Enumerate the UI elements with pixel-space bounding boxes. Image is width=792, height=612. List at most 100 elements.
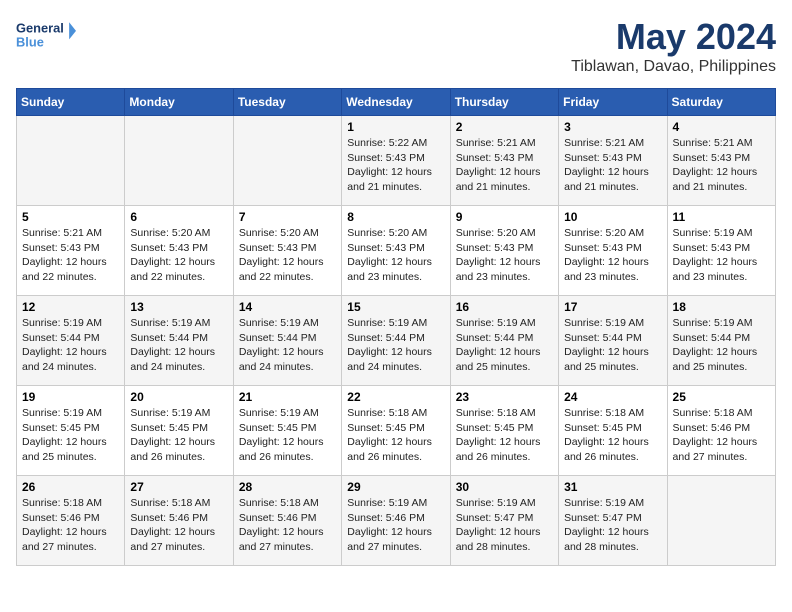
cell-content: Sunrise: 5:19 AM Sunset: 5:47 PM Dayligh… <box>456 496 553 555</box>
day-number: 19 <box>22 390 119 404</box>
day-number: 27 <box>130 480 227 494</box>
calendar-week-row: 12Sunrise: 5:19 AM Sunset: 5:44 PM Dayli… <box>17 296 776 386</box>
calendar-cell: 26 Sunrise: 5:18 AM Sunset: 5:46 PM Dayli… <box>17 476 125 566</box>
cell-content: Sunrise: 5:22 AM Sunset: 5:43 PM Dayligh… <box>347 136 444 195</box>
day-number: 28 <box>239 480 336 494</box>
calendar-cell: 8 Sunrise: 5:20 AM Sunset: 5:43 PM Daylig… <box>342 206 450 296</box>
weekday-header: Monday <box>125 89 233 116</box>
cell-content: Sunrise: 5:18 AM Sunset: 5:45 PM Dayligh… <box>564 406 661 465</box>
calendar-cell: 4Sunrise: 5:21 AM Sunset: 5:43 PM Daylig… <box>667 116 775 206</box>
cell-content: Sunrise: 5:19 AM Sunset: 5:45 PM Dayligh… <box>239 406 336 465</box>
svg-text:Blue: Blue <box>16 34 44 49</box>
calendar-cell: 14 Sunrise: 5:19 AM Sunset: 5:44 PM Dayli… <box>233 296 341 386</box>
calendar-cell: 29 Sunrise: 5:19 AM Sunset: 5:46 PM Dayli… <box>342 476 450 566</box>
calendar-cell: 7Sunrise: 5:20 AM Sunset: 5:43 PM Daylig… <box>233 206 341 296</box>
cell-content: Sunrise: 5:21 AM Sunset: 5:43 PM Dayligh… <box>564 136 661 195</box>
cell-content: Sunrise: 5:19 AM Sunset: 5:44 PM Dayligh… <box>564 316 661 375</box>
weekday-header: Thursday <box>450 89 558 116</box>
calendar-cell: 27Sunrise: 5:18 AM Sunset: 5:46 PM Dayli… <box>125 476 233 566</box>
cell-content: Sunrise: 5:20 AM Sunset: 5:43 PM Dayligh… <box>130 226 227 285</box>
day-number: 18 <box>673 300 770 314</box>
weekday-header: Tuesday <box>233 89 341 116</box>
calendar-cell: 3 Sunrise: 5:21 AM Sunset: 5:43 PM Daylig… <box>559 116 667 206</box>
cell-content: Sunrise: 5:19 AM Sunset: 5:45 PM Dayligh… <box>130 406 227 465</box>
cell-content: Sunrise: 5:21 AM Sunset: 5:43 PM Dayligh… <box>456 136 553 195</box>
day-number: 7 <box>239 210 336 224</box>
cell-content: Sunrise: 5:19 AM Sunset: 5:44 PM Dayligh… <box>673 316 770 375</box>
calendar-cell <box>667 476 775 566</box>
day-number: 5 <box>22 210 119 224</box>
calendar-cell: 20 Sunrise: 5:19 AM Sunset: 5:45 PM Dayli… <box>125 386 233 476</box>
calendar-cell: 18 Sunrise: 5:19 AM Sunset: 5:44 PM Dayli… <box>667 296 775 386</box>
calendar-cell: 6 Sunrise: 5:20 AM Sunset: 5:43 PM Daylig… <box>125 206 233 296</box>
cell-content: Sunrise: 5:21 AM Sunset: 5:43 PM Dayligh… <box>22 226 119 285</box>
day-number: 15 <box>347 300 444 314</box>
calendar-table: SundayMondayTuesdayWednesdayThursdayFrid… <box>16 88 776 566</box>
cell-content: Sunrise: 5:19 AM Sunset: 5:44 PM Dayligh… <box>239 316 336 375</box>
day-number: 21 <box>239 390 336 404</box>
calendar-cell: 21 Sunrise: 5:19 AM Sunset: 5:45 PM Dayli… <box>233 386 341 476</box>
calendar-cell <box>125 116 233 206</box>
cell-content: Sunrise: 5:20 AM Sunset: 5:43 PM Dayligh… <box>347 226 444 285</box>
calendar-cell: 10 Sunrise: 5:20 AM Sunset: 5:43 PM Dayli… <box>559 206 667 296</box>
calendar-week-row: 26 Sunrise: 5:18 AM Sunset: 5:46 PM Dayli… <box>17 476 776 566</box>
day-number: 23 <box>456 390 553 404</box>
cell-content: Sunrise: 5:19 AM Sunset: 5:44 PM Dayligh… <box>22 316 119 375</box>
calendar-cell <box>17 116 125 206</box>
cell-content: Sunrise: 5:19 AM Sunset: 5:44 PM Dayligh… <box>130 316 227 375</box>
day-number: 25 <box>673 390 770 404</box>
calendar-cell: 12Sunrise: 5:19 AM Sunset: 5:44 PM Dayli… <box>17 296 125 386</box>
day-number: 14 <box>239 300 336 314</box>
calendar-cell: 16Sunrise: 5:19 AM Sunset: 5:44 PM Dayli… <box>450 296 558 386</box>
calendar-week-row: 19 Sunrise: 5:19 AM Sunset: 5:45 PM Dayli… <box>17 386 776 476</box>
cell-content: Sunrise: 5:18 AM Sunset: 5:45 PM Dayligh… <box>347 406 444 465</box>
day-number: 26 <box>22 480 119 494</box>
logo-svg: General Blue <box>16 16 76 56</box>
weekday-header-row: SundayMondayTuesdayWednesdayThursdayFrid… <box>17 89 776 116</box>
day-number: 30 <box>456 480 553 494</box>
cell-content: Sunrise: 5:19 AM Sunset: 5:45 PM Dayligh… <box>22 406 119 465</box>
weekday-header: Saturday <box>667 89 775 116</box>
day-number: 9 <box>456 210 553 224</box>
weekday-header: Sunday <box>17 89 125 116</box>
day-number: 4 <box>673 120 770 134</box>
location-title: Tiblawan, Davao, Philippines <box>571 58 776 76</box>
cell-content: Sunrise: 5:19 AM Sunset: 5:43 PM Dayligh… <box>673 226 770 285</box>
cell-content: Sunrise: 5:19 AM Sunset: 5:44 PM Dayligh… <box>456 316 553 375</box>
cell-content: Sunrise: 5:19 AM Sunset: 5:44 PM Dayligh… <box>347 316 444 375</box>
logo: General Blue <box>16 16 76 56</box>
calendar-cell <box>233 116 341 206</box>
calendar-week-row: 5 Sunrise: 5:21 AM Sunset: 5:43 PM Daylig… <box>17 206 776 296</box>
calendar-cell: 19 Sunrise: 5:19 AM Sunset: 5:45 PM Dayli… <box>17 386 125 476</box>
calendar-cell: 25 Sunrise: 5:18 AM Sunset: 5:46 PM Dayli… <box>667 386 775 476</box>
cell-content: Sunrise: 5:18 AM Sunset: 5:46 PM Dayligh… <box>22 496 119 555</box>
calendar-cell: 31Sunrise: 5:19 AM Sunset: 5:47 PM Dayli… <box>559 476 667 566</box>
month-title: May 2024 <box>571 16 776 58</box>
title-area: May 2024 Tiblawan, Davao, Philippines <box>571 16 776 76</box>
cell-content: Sunrise: 5:19 AM Sunset: 5:46 PM Dayligh… <box>347 496 444 555</box>
day-number: 29 <box>347 480 444 494</box>
calendar-cell: 17Sunrise: 5:19 AM Sunset: 5:44 PM Dayli… <box>559 296 667 386</box>
cell-content: Sunrise: 5:18 AM Sunset: 5:46 PM Dayligh… <box>673 406 770 465</box>
calendar-cell: 30 Sunrise: 5:19 AM Sunset: 5:47 PM Dayli… <box>450 476 558 566</box>
calendar-week-row: 1 Sunrise: 5:22 AM Sunset: 5:43 PM Daylig… <box>17 116 776 206</box>
day-number: 1 <box>347 120 444 134</box>
cell-content: Sunrise: 5:20 AM Sunset: 5:43 PM Dayligh… <box>564 226 661 285</box>
day-number: 6 <box>130 210 227 224</box>
day-number: 3 <box>564 120 661 134</box>
calendar-cell: 24Sunrise: 5:18 AM Sunset: 5:45 PM Dayli… <box>559 386 667 476</box>
day-number: 13 <box>130 300 227 314</box>
calendar-cell: 22 Sunrise: 5:18 AM Sunset: 5:45 PM Dayli… <box>342 386 450 476</box>
day-number: 20 <box>130 390 227 404</box>
header: General Blue May 2024 Tiblawan, Davao, P… <box>16 16 776 76</box>
day-number: 8 <box>347 210 444 224</box>
day-number: 11 <box>673 210 770 224</box>
day-number: 22 <box>347 390 444 404</box>
svg-text:General: General <box>16 21 64 36</box>
weekday-header: Wednesday <box>342 89 450 116</box>
calendar-cell: 2Sunrise: 5:21 AM Sunset: 5:43 PM Daylig… <box>450 116 558 206</box>
day-number: 10 <box>564 210 661 224</box>
calendar-cell: 1 Sunrise: 5:22 AM Sunset: 5:43 PM Daylig… <box>342 116 450 206</box>
calendar-cell: 9Sunrise: 5:20 AM Sunset: 5:43 PM Daylig… <box>450 206 558 296</box>
cell-content: Sunrise: 5:18 AM Sunset: 5:46 PM Dayligh… <box>239 496 336 555</box>
